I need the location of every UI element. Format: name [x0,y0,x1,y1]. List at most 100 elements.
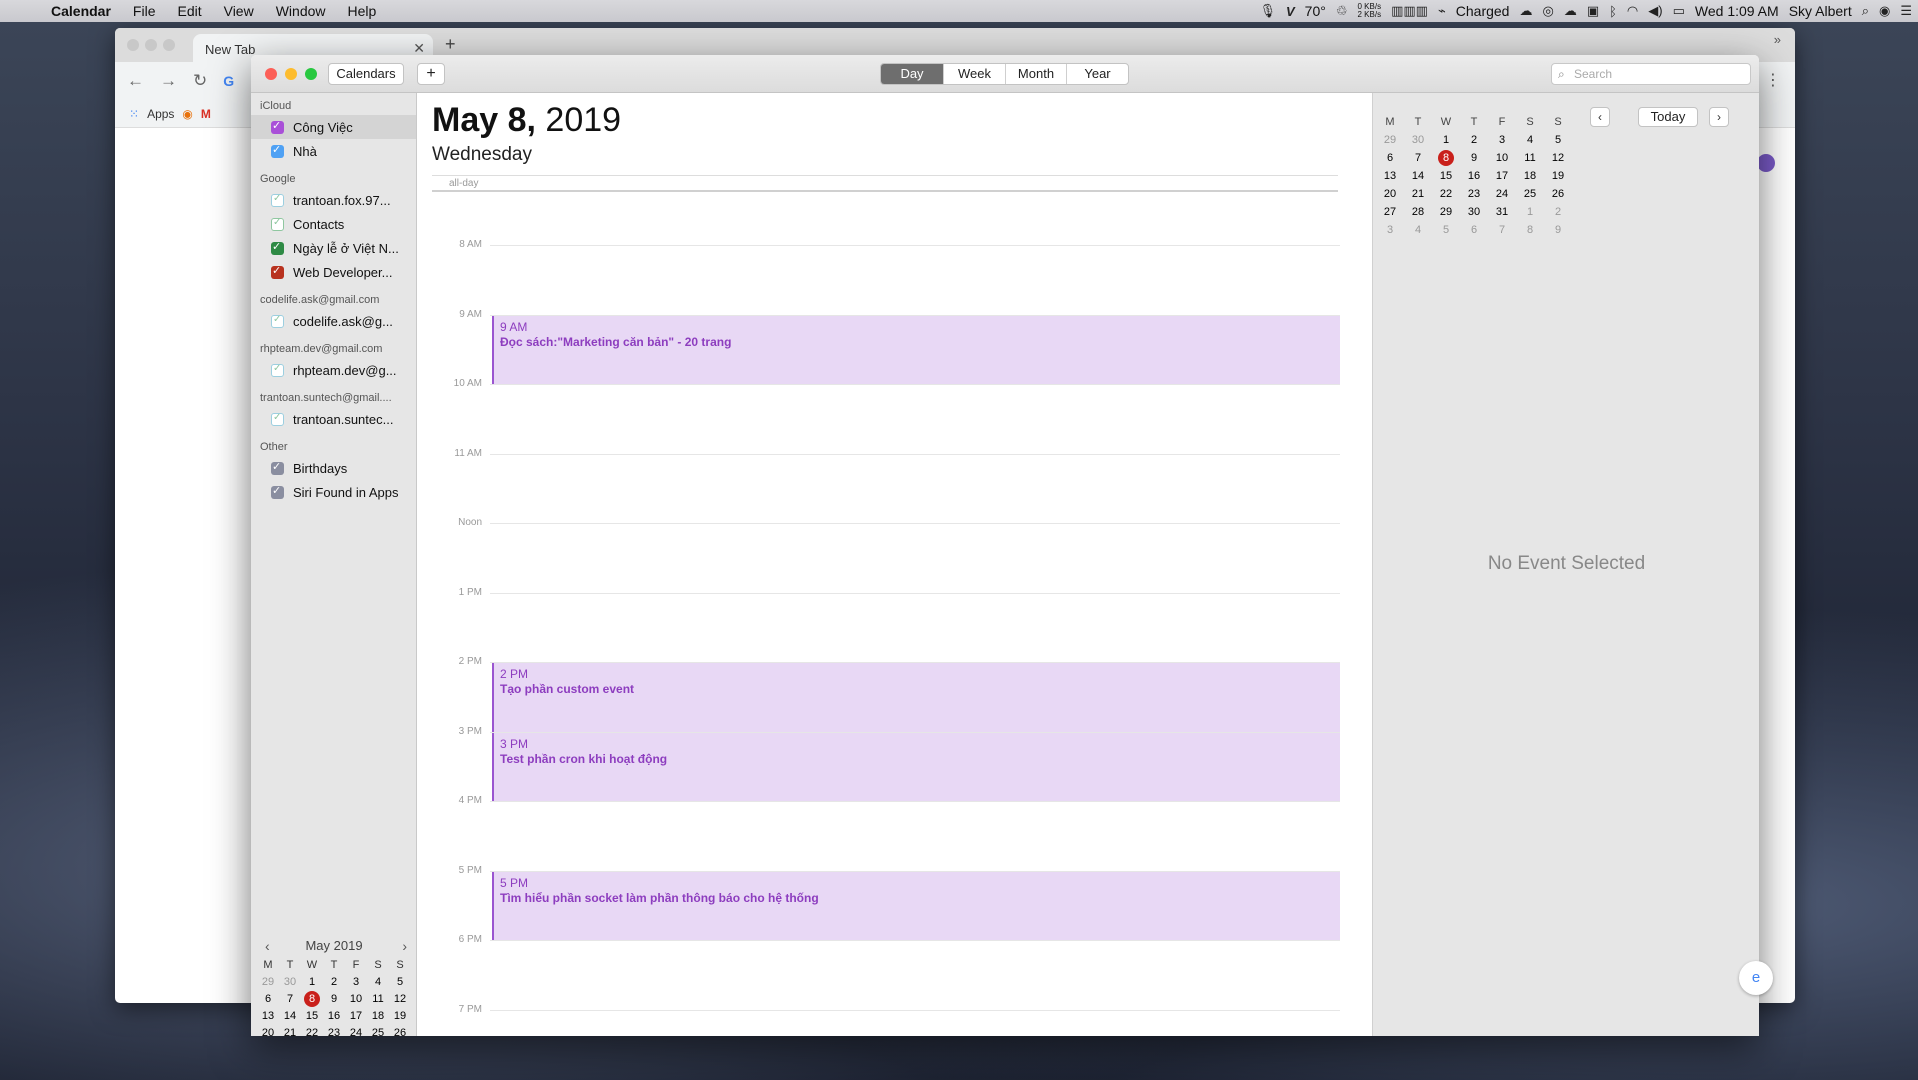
back-icon[interactable]: ← [127,71,144,91]
checkbox-icon[interactable] [271,484,284,499]
date-cell[interactable]: 23 [323,1025,345,1036]
hour-row[interactable]: 1 PM [418,587,1358,598]
date-cell[interactable]: 20 [257,1025,279,1036]
gmail-icon[interactable]: M [201,107,211,121]
date-cell[interactable]: 24 [1488,185,1516,203]
sync-icon[interactable]: ♲ [1336,3,1348,19]
vim-icon[interactable]: V [1286,4,1295,19]
user-name[interactable]: Sky Albert [1789,3,1852,19]
date-cell[interactable]: 4 [1516,131,1544,149]
mini-prev-month-icon[interactable]: ‹ [265,935,270,957]
calendar-event[interactable]: 5 PM Tìm hiểu phần socket làm phần thông … [492,871,1340,940]
date-cell[interactable]: 10 [1488,149,1516,167]
date-cell[interactable]: 13 [1376,167,1404,185]
date-cell[interactable]: 9 [323,991,345,1008]
menu-edit[interactable]: Edit [166,3,212,19]
hour-row[interactable]: 4 PM [418,795,1358,806]
avatar[interactable] [1757,154,1775,172]
onedrive-icon[interactable]: ☁ [1564,3,1577,19]
battery-plug-icon[interactable]: ⌁ [1438,3,1446,19]
hour-row[interactable]: 6 PM [418,934,1358,945]
wifi-icon[interactable]: ◠ [1627,3,1638,19]
bookmark-icon-1[interactable]: ◉ [182,107,192,121]
chrome-zoom-button[interactable] [163,39,175,51]
tab-year[interactable]: Year [1067,64,1128,84]
today-date[interactable]: 8 [1432,149,1460,167]
sidebar-item-calendar[interactable]: Công Việc [251,115,416,139]
menu-help[interactable]: Help [337,3,388,19]
calendar-event[interactable]: 3 PM Test phần cron khi hoạt động [492,732,1340,801]
date-cell[interactable]: 24 [345,1025,367,1036]
calendar-event[interactable]: 2 PM Tạo phần custom event [492,663,1340,732]
sidebar-item-calendar[interactable]: trantoan.suntec... [251,407,416,431]
date-cell[interactable]: 15 [1432,167,1460,185]
date-cell[interactable]: 19 [389,1008,411,1025]
date-cell[interactable]: 18 [367,1008,389,1025]
date-cell[interactable]: 9 [1460,149,1488,167]
date-cell[interactable]: 13 [257,1008,279,1025]
date-cell[interactable]: 19 [1544,167,1572,185]
date-cell[interactable]: 12 [1544,149,1572,167]
siri-icon[interactable]: ◉ [1879,3,1890,19]
checkbox-icon[interactable] [271,217,284,231]
date-cell[interactable]: 23 [1460,185,1488,203]
date-cell[interactable]: 10 [345,991,367,1008]
sidebar-item-calendar[interactable]: Birthdays [251,456,416,480]
hour-row[interactable]: 11 AM [418,448,1358,459]
date-cell[interactable]: 21 [279,1025,301,1036]
menu-view[interactable]: View [213,3,265,19]
menu-app-name[interactable]: Calendar [40,3,122,19]
date-cell[interactable]: 17 [1488,167,1516,185]
date-cell[interactable]: 20 [1376,185,1404,203]
date-cell[interactable]: 6 [257,991,279,1008]
chrome-close-button[interactable] [127,39,139,51]
tab-day[interactable]: Day [881,64,944,84]
date-cell[interactable]: 28 [1404,203,1432,221]
apps-grid-icon[interactable]: ⁙ [129,107,139,121]
date-cell[interactable]: 5 [389,974,411,991]
date-cell[interactable]: 26 [389,1025,411,1036]
hour-row[interactable]: 10 AM [418,378,1358,389]
date-cell[interactable]: 15 [301,1008,323,1025]
date-cell[interactable]: 1 [1432,131,1460,149]
date-cell[interactable]: 26 [1544,185,1572,203]
menu-file[interactable]: File [122,3,167,19]
checkbox-icon[interactable] [271,412,284,426]
network-speed[interactable]: 0 KB/s 2 KB/s [1358,3,1382,19]
date-cell[interactable]: 6 [1376,149,1404,167]
date-cell[interactable]: 25 [367,1025,389,1036]
date-cell[interactable]: 14 [1404,167,1432,185]
chrome-minimize-button[interactable] [145,39,157,51]
date-cell[interactable]: 29 [257,974,279,991]
date-cell[interactable]: 7 [279,991,301,1008]
temperature-text[interactable]: 70° [1305,3,1326,19]
date-cell[interactable]: 30 [1460,203,1488,221]
date-cell[interactable]: 8 [1516,221,1544,239]
tab-week[interactable]: Week [944,64,1006,84]
date-cell[interactable]: 1 [1516,203,1544,221]
checkbox-icon[interactable] [271,314,284,328]
cloud-icon[interactable]: ☁ [1519,3,1532,19]
date-cell[interactable]: 12 [389,991,411,1008]
customize-button[interactable]: e [1739,961,1773,995]
bookmark-apps[interactable]: Apps [147,107,174,121]
date-cell[interactable]: 3 [345,974,367,991]
date-cell[interactable]: 18 [1516,167,1544,185]
checkbox-icon[interactable] [271,119,284,134]
checkbox-icon[interactable] [271,363,284,377]
date-cell[interactable]: 4 [1404,221,1432,239]
add-event-button[interactable]: + [417,63,445,85]
checkbox-icon[interactable] [271,143,284,158]
date-cell[interactable]: 6 [1460,221,1488,239]
date-cell[interactable]: 25 [1516,185,1544,203]
stats-icon[interactable]: ▥▥▥ [1391,3,1428,19]
date-cell[interactable]: 2 [1460,131,1488,149]
mini-next-month-icon[interactable]: › [402,935,407,957]
forward-icon[interactable]: → [160,71,177,91]
prev-month-button[interactable]: ‹ [1590,107,1610,127]
checkbox-icon[interactable] [271,460,284,475]
messages-icon[interactable]: ▣ [1587,3,1599,19]
minimize-button[interactable] [285,68,297,80]
next-month-button[interactable]: › [1709,107,1729,127]
calendar-event[interactable]: 9 AM Đọc sách:"Marketing căn bản" - 20 tr… [492,315,1340,384]
